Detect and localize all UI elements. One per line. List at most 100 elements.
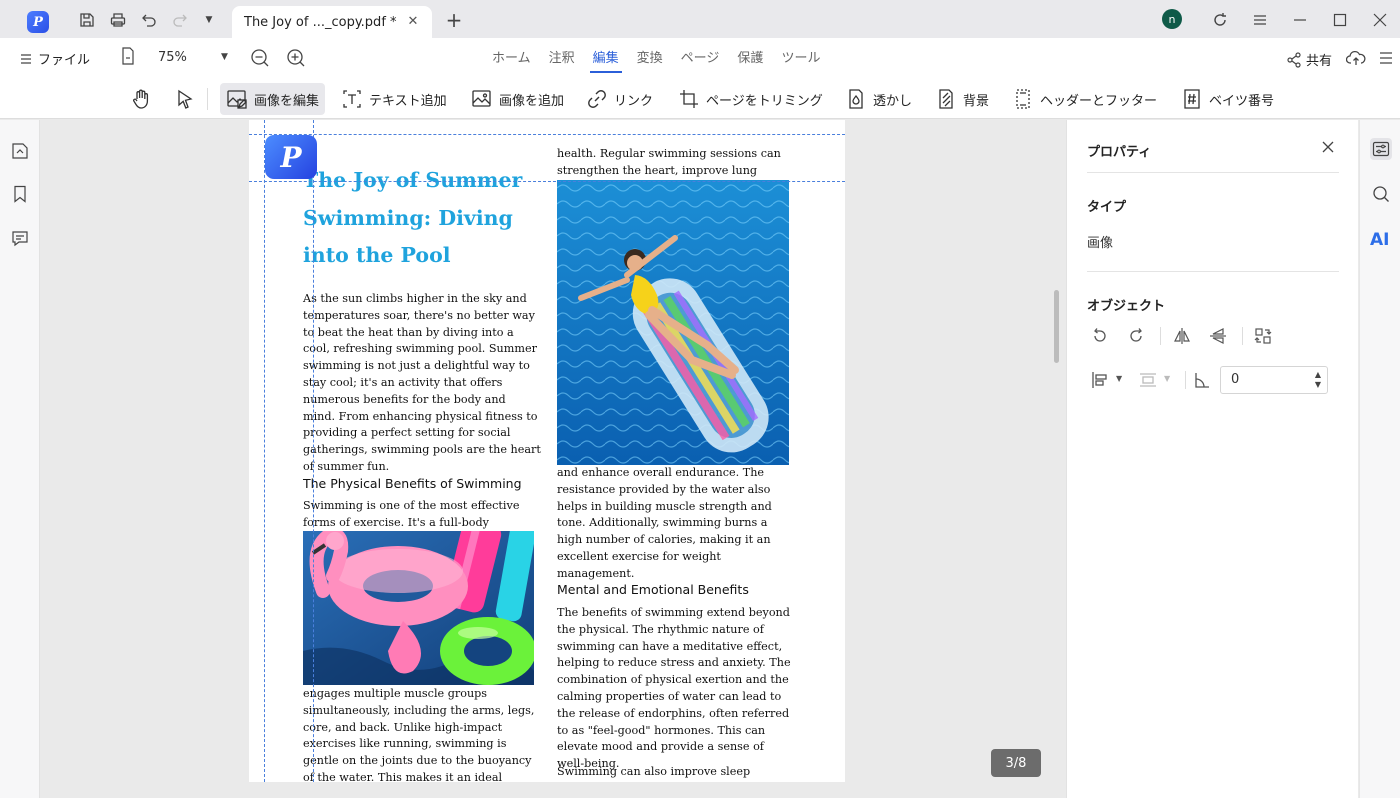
tab-annotate[interactable]: 注釈 — [540, 38, 584, 78]
link-label: リンク — [614, 93, 654, 109]
properties-title: プロパティ — [1087, 145, 1152, 160]
zoom-dropdown-icon[interactable]: ▼ — [221, 52, 228, 62]
woman-floating-image[interactable] — [557, 180, 789, 465]
section1-heading[interactable]: The Physical Benefits of Swimming — [303, 476, 522, 491]
article-title[interactable]: The Joy of Summer Swimming: Diving into … — [303, 162, 543, 275]
zoom-value[interactable]: 75% — [158, 50, 187, 65]
avatar[interactable]: n — [1162, 9, 1182, 29]
document-tab[interactable]: The Joy of ..._copy.pdf * ✕ — [232, 6, 432, 38]
vertical-scrollbar[interactable] — [1054, 290, 1059, 363]
tab-protect[interactable]: 保護 — [728, 38, 772, 78]
tab-home[interactable]: ホーム — [483, 38, 540, 78]
hand-icon — [133, 89, 149, 109]
tab-edit[interactable]: 編集 — [584, 38, 628, 78]
section2-tail-paragraph[interactable]: Swimming can also improve sleep patterns… — [557, 764, 791, 782]
crop-icon — [680, 90, 698, 108]
comment-icon[interactable] — [10, 228, 30, 248]
crop-page-button[interactable]: ページをトリミング — [672, 83, 829, 115]
add-image-button[interactable]: 画像を追加 — [465, 83, 570, 115]
section2-paragraph[interactable]: The benefits of swimming extend beyond t… — [557, 605, 791, 773]
close-properties-icon[interactable] — [1319, 138, 1337, 156]
rotate-right-icon[interactable] — [1125, 325, 1147, 347]
angle-stepper[interactable]: ▲ ▼ — [1315, 370, 1321, 390]
app-logo-icon[interactable]: P — [27, 11, 49, 33]
rotation-angle-value: 0 — [1231, 372, 1240, 387]
section2-heading[interactable]: Mental and Emotional Benefits — [557, 582, 749, 597]
collapse-ribbon-icon[interactable] — [1378, 50, 1394, 70]
menu-bar: ファイル 75% ▼ ホーム 注釈 編集 変換 ページ 保護 ツール 共有 — [0, 38, 1400, 78]
align-dropdown-icon[interactable]: ▼ — [1116, 374, 1122, 383]
type-value: 画像 — [1087, 236, 1114, 251]
properties-toggle-icon[interactable] — [1370, 138, 1392, 160]
object-tools-divider — [1242, 327, 1243, 345]
minimize-icon[interactable] — [1290, 10, 1310, 30]
object-tools-divider — [1185, 371, 1186, 389]
search-icon[interactable] — [1370, 183, 1392, 205]
selection-guide-right — [313, 120, 314, 782]
align-left-icon[interactable] — [1089, 369, 1111, 391]
properties-divider — [1087, 172, 1339, 173]
replace-image-icon[interactable] — [1252, 325, 1274, 347]
print-icon[interactable] — [108, 10, 128, 30]
flip-horizontal-icon[interactable] — [1171, 325, 1193, 347]
flip-vertical-icon[interactable] — [1207, 325, 1229, 347]
tab-tools[interactable]: ツール — [772, 38, 829, 78]
link-button[interactable]: リンク — [580, 83, 659, 115]
properties-divider — [1087, 271, 1339, 272]
flamingo-pool-image[interactable] — [303, 531, 534, 685]
file-menu-label: ファイル — [38, 53, 91, 68]
intro-paragraph[interactable]: As the sun climbs higher in the sky and … — [303, 291, 541, 476]
document-canvas: The Joy of Summer Swimming: Diving into … — [41, 120, 1065, 798]
add-image-icon — [472, 90, 491, 107]
background-button[interactable]: 背景 — [929, 83, 995, 115]
file-menu-button[interactable]: ファイル — [20, 49, 90, 68]
new-tab-icon[interactable]: + — [444, 10, 464, 30]
zoom-out-icon[interactable] — [250, 48, 270, 72]
selection-guide-bottom — [249, 181, 845, 182]
tab-convert[interactable]: 変換 — [628, 38, 672, 78]
quick-access-dropdown-icon[interactable]: ▼ — [199, 10, 219, 30]
selected-logo-image[interactable]: P — [265, 135, 317, 179]
cursor-icon — [178, 89, 193, 109]
close-window-icon[interactable] — [1370, 10, 1390, 30]
distribute-icon — [1137, 369, 1159, 391]
sync-icon[interactable] — [1210, 10, 1230, 30]
bates-number-label: ベイツ番号 — [1209, 93, 1275, 109]
hand-tool-button[interactable] — [124, 83, 158, 115]
zoom-in-icon[interactable] — [286, 48, 306, 72]
header-footer-button[interactable]: ヘッダーとフッター — [1006, 83, 1163, 115]
cloud-upload-icon[interactable] — [1345, 49, 1366, 71]
edit-image-icon — [227, 90, 247, 109]
edit-image-button[interactable]: 画像を編集 — [220, 83, 326, 115]
rotate-left-icon[interactable] — [1089, 325, 1111, 347]
crop-page-label: ページをトリミング — [706, 93, 823, 109]
hamburger-menu-icon[interactable] — [1250, 10, 1270, 30]
angle-icon — [1191, 369, 1213, 391]
link-icon — [588, 90, 606, 108]
maximize-icon[interactable] — [1330, 10, 1350, 30]
ai-assistant-icon[interactable]: AI — [1370, 227, 1392, 249]
section1-paragraph-b[interactable]: engages multiple muscle groups simultane… — [303, 686, 541, 782]
undo-icon[interactable] — [139, 10, 159, 30]
add-text-label: テキスト追加 — [369, 93, 447, 109]
close-tab-icon[interactable]: ✕ — [406, 14, 420, 29]
bookmark-icon[interactable] — [10, 184, 30, 204]
save-icon[interactable] — [77, 10, 97, 30]
object-label: オブジェクト — [1087, 299, 1166, 314]
select-tool-button[interactable] — [168, 83, 202, 115]
column2-middle-paragraph[interactable]: and enhance overall endurance. The resis… — [557, 465, 791, 583]
add-text-button[interactable]: テキスト追加 — [335, 83, 453, 115]
header-footer-icon — [1016, 89, 1030, 109]
toolbar-divider — [207, 88, 208, 110]
page-fit-icon[interactable] — [120, 47, 136, 65]
background-label: 背景 — [963, 93, 990, 109]
tab-page[interactable]: ページ — [672, 38, 729, 78]
share-button[interactable]: 共有 — [1286, 50, 1332, 69]
thumbnail-icon[interactable] — [10, 141, 30, 161]
bates-number-button[interactable]: ベイツ番号 — [1175, 83, 1280, 115]
watermark-icon — [849, 89, 863, 109]
watermark-button[interactable]: 透かし — [839, 83, 918, 115]
redo-icon[interactable] — [170, 10, 190, 30]
object-tools-divider — [1160, 327, 1161, 345]
rotation-angle-input[interactable]: 0 ▲ ▼ — [1220, 366, 1328, 394]
